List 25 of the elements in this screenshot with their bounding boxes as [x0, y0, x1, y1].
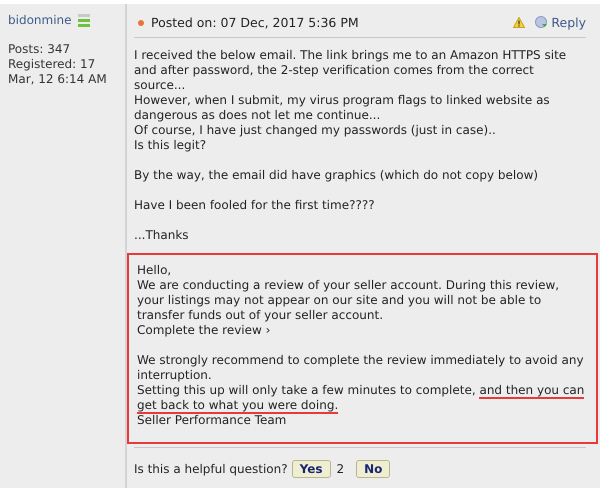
reply-button[interactable]: Reply — [535, 15, 586, 30]
vote-count: 2 — [336, 462, 344, 476]
author-name[interactable]: bidonmine — [8, 13, 72, 28]
no-button[interactable]: No — [356, 460, 390, 478]
post-text: I received the below email. The link brings me to an Amazon HTTPS site and after password, the 2-step verification comes from the correct source... — [134, 48, 568, 93]
post-text: ...Thanks — [134, 228, 190, 243]
yes-button[interactable]: Yes — [292, 460, 330, 478]
rank-bars-icon — [78, 14, 90, 27]
post-text: However, when I submit, my virus program flags to linked website as dangerous as does not let me continue... — [134, 93, 551, 123]
email-text: Hello, — [137, 263, 172, 278]
helpful-question: Is this a helpful question? — [134, 462, 288, 476]
email-text: Seller Performance Team — [137, 413, 288, 428]
post-count: Posts: 347 — [8, 42, 72, 57]
post-text: By the way, the email did have graphics (which do not copy below) — [134, 168, 540, 183]
registered-date: Registered: 17 Mar, 12 6:14 AM — [8, 57, 108, 87]
email-text: Complete the review › — [137, 323, 272, 338]
post-text: Of course, I have just changed my passwords (just in case).. — [134, 123, 497, 138]
email-text: We are conducting a review of your seller account. During this review, your listings may not appear on our site and you will not be able to transfer funds out of your seller account. — [137, 278, 560, 323]
email-text: We strongly recommend to complete the review immediately to avoid any interruption. — [137, 353, 585, 383]
warning-icon[interactable] — [513, 17, 526, 28]
reply-icon — [535, 16, 548, 29]
post-text: Is this legit? — [134, 138, 208, 153]
post-date: Posted on: 07 Dec, 2017 5:36 PM — [151, 15, 359, 30]
post-text: Have I been fooled for the first time???? — [134, 198, 376, 213]
email-text: Setting this up will only take a few minutes to complete, and then you can get back to what you were doing. — [137, 383, 586, 413]
